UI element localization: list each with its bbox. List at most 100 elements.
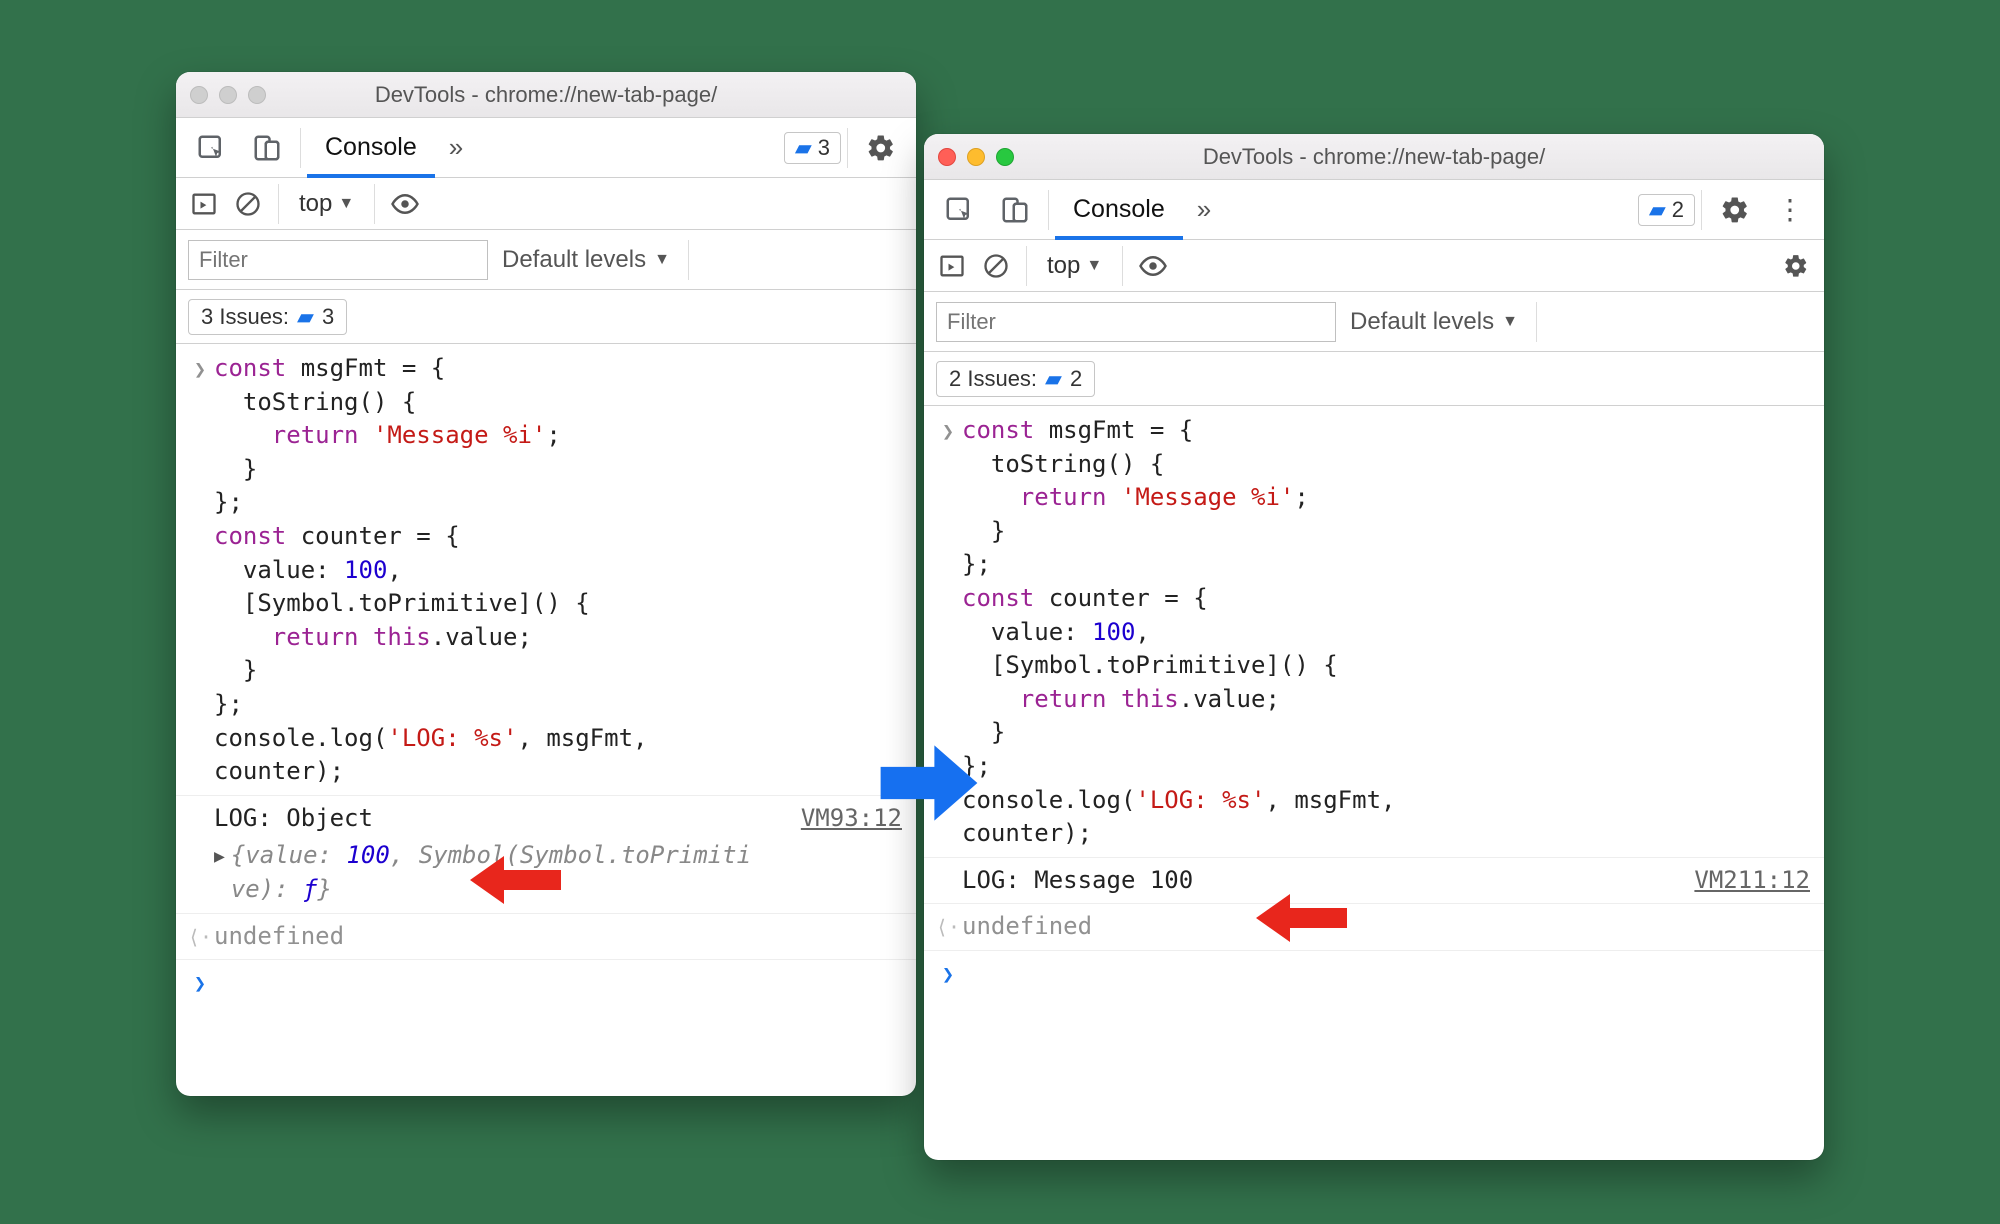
code-block: const msgFmt = { toString() { return 'Me…	[214, 352, 902, 789]
tab-console[interactable]: Console	[1055, 188, 1183, 232]
separator	[278, 184, 279, 224]
console-return-row: ⟨· undefined	[924, 908, 1824, 946]
issues-badge-count: 3	[818, 135, 830, 161]
issues-pill[interactable]: 2 Issues: ▰ 2	[936, 361, 1095, 397]
code-block: const msgFmt = { toString() { return 'Me…	[962, 414, 1810, 851]
console-subtoolbar: top ▼	[924, 240, 1824, 292]
settings-icon[interactable]	[854, 126, 908, 170]
log-levels-selector[interactable]: Default levels ▼	[1350, 308, 1518, 336]
console-output[interactable]: ❯ const msgFmt = { toString() { return '…	[176, 344, 916, 1096]
clear-console-icon[interactable]	[978, 248, 1014, 284]
levels-label: Default levels	[502, 246, 646, 274]
chevron-down-icon: ▼	[1086, 257, 1102, 275]
live-expression-icon[interactable]	[1135, 248, 1171, 284]
separator	[1048, 190, 1049, 230]
separator	[300, 128, 301, 168]
prompt-chevron-icon: ❯	[934, 957, 962, 988]
return-chevron-icon: ⟨·	[186, 920, 214, 951]
console-settings-icon[interactable]	[1778, 248, 1814, 284]
highlight-arrow-icon	[466, 852, 566, 908]
console-input-row: ❯ const msgFmt = { toString() { return '…	[176, 350, 916, 791]
titlebar: DevTools - chrome://new-tab-page/	[924, 134, 1824, 180]
more-tabs-icon[interactable]: »	[437, 126, 475, 170]
console-return-row: ⟨· undefined	[176, 918, 916, 956]
live-expression-icon[interactable]	[387, 186, 423, 222]
filter-row: Default levels ▼	[924, 292, 1824, 352]
window-controls[interactable]	[190, 86, 266, 104]
log-text: LOG: Object	[214, 802, 373, 836]
devtools-toolbar: Console » ▰ 3	[176, 118, 916, 178]
devtools-toolbar: Console » ▰ 2 ⋮	[924, 180, 1824, 240]
undefined-value: undefined	[962, 910, 1810, 944]
chevron-down-icon: ▼	[1502, 313, 1518, 331]
issues-badge-count: 2	[1672, 197, 1684, 223]
separator	[374, 184, 375, 224]
device-toggle-icon[interactable]	[240, 126, 294, 170]
log-levels-selector[interactable]: Default levels ▼	[502, 246, 670, 274]
console-log-row: LOG: Message 100 VM211:12	[924, 862, 1824, 900]
console-subtoolbar: top ▼	[176, 178, 916, 230]
issues-badge[interactable]: ▰ 2	[1638, 194, 1695, 226]
execution-context-selector[interactable]: top ▼	[1039, 252, 1110, 280]
settings-icon[interactable]	[1708, 188, 1762, 232]
console-output[interactable]: ❯ const msgFmt = { toString() { return '…	[924, 406, 1824, 1160]
issues-icon: ▰	[1649, 197, 1666, 223]
separator	[1536, 302, 1537, 342]
console-sidebar-toggle-icon[interactable]	[934, 248, 970, 284]
undefined-value: undefined	[214, 920, 902, 954]
input-chevron-icon: ❯	[186, 352, 214, 383]
issues-pill[interactable]: 3 Issues: ▰ 3	[188, 299, 347, 335]
return-chevron-icon: ⟨·	[934, 910, 962, 941]
console-sidebar-toggle-icon[interactable]	[186, 186, 222, 222]
minimize-icon[interactable]	[219, 86, 237, 104]
close-icon[interactable]	[190, 86, 208, 104]
issues-icon: ▰	[297, 304, 314, 330]
context-label: top	[299, 190, 332, 218]
zoom-icon[interactable]	[248, 86, 266, 104]
input-chevron-icon: ❯	[934, 414, 962, 445]
more-tabs-icon[interactable]: »	[1185, 188, 1223, 232]
console-prompt[interactable]: ❯	[924, 955, 1824, 990]
separator	[1026, 246, 1027, 286]
separator	[847, 128, 848, 168]
issues-pill-label: 3 Issues:	[201, 304, 289, 330]
expand-triangle-icon[interactable]: ▶	[214, 839, 225, 869]
source-link[interactable]: VM211:12	[1694, 864, 1810, 898]
separator	[1122, 246, 1123, 286]
transition-arrow-icon	[874, 740, 984, 826]
inspect-element-icon[interactable]	[184, 126, 238, 170]
tab-console[interactable]: Console	[307, 126, 435, 170]
zoom-icon[interactable]	[996, 148, 1014, 166]
titlebar: DevTools - chrome://new-tab-page/	[176, 72, 916, 118]
filter-input[interactable]	[188, 240, 488, 280]
levels-label: Default levels	[1350, 308, 1494, 336]
log-text: LOG: Message 100	[962, 864, 1193, 898]
console-log-row: LOG: Object VM93:12	[176, 800, 916, 838]
chevron-down-icon: ▼	[654, 251, 670, 269]
window-controls[interactable]	[938, 148, 1014, 166]
close-icon[interactable]	[938, 148, 956, 166]
console-prompt[interactable]: ❯	[176, 964, 916, 999]
console-input-row: ❯ const msgFmt = { toString() { return '…	[924, 412, 1824, 853]
issues-badge[interactable]: ▰ 3	[784, 132, 841, 164]
window-title: DevTools - chrome://new-tab-page/	[924, 144, 1824, 170]
issues-pill-count: 3	[322, 304, 334, 330]
execution-context-selector[interactable]: top ▼	[291, 190, 362, 218]
separator	[688, 240, 689, 280]
context-label: top	[1047, 252, 1080, 280]
window-title: DevTools - chrome://new-tab-page/	[176, 82, 916, 108]
issues-icon: ▰	[795, 135, 812, 161]
chevron-down-icon: ▼	[338, 195, 354, 213]
clear-console-icon[interactable]	[230, 186, 266, 222]
issues-row: 3 Issues: ▰ 3	[176, 290, 916, 344]
minimize-icon[interactable]	[967, 148, 985, 166]
kebab-menu-icon[interactable]: ⋮	[1764, 188, 1816, 232]
issues-pill-label: 2 Issues:	[949, 366, 1037, 392]
filter-row: Default levels ▼	[176, 230, 916, 290]
inspect-element-icon[interactable]	[932, 188, 986, 232]
comparison-canvas: DevTools - chrome://new-tab-page/ Consol…	[176, 72, 1824, 1160]
device-toggle-icon[interactable]	[988, 188, 1042, 232]
filter-input[interactable]	[936, 302, 1336, 342]
issues-row: 2 Issues: ▰ 2	[924, 352, 1824, 406]
separator	[1701, 190, 1702, 230]
